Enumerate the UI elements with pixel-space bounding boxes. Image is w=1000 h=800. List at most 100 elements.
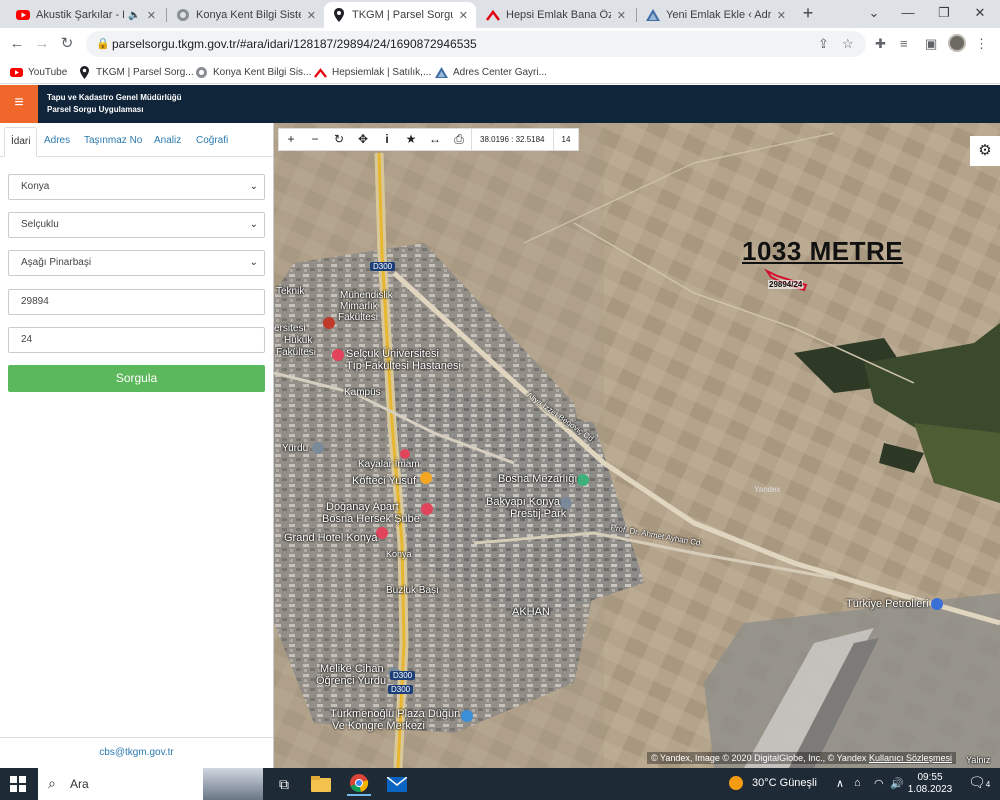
youtube-icon [16,8,30,22]
search-tabs: İdari Adres Taşınmaz No Analiz Coğrafi [0,127,273,157]
zoom-level-readout: 14 [552,129,579,150]
menu-icon[interactable]: ⋮ [975,36,988,52]
close-tab-icon[interactable]: ✕ [307,9,316,22]
map-label: Köfteci Yusuf [352,475,417,487]
map-label: Yurdu [282,443,309,454]
refresh-icon[interactable]: ↻ [327,129,351,150]
parcel-no-input[interactable]: 24 [8,327,265,353]
bookmark-label: TKGM | Parsel Sorg... [96,66,194,78]
speaker-icon[interactable]: 🔈 [128,10,140,21]
map-label: Buzluk Başı [386,585,439,596]
district-select[interactable]: Selçuklu ⌄ [8,212,265,238]
volume-icon[interactable]: 🔊 [890,777,904,790]
road-shield: D300 [390,671,416,680]
browser-tab-active[interactable]: TKGM | Parsel Sorgu Uyg ✕ [324,2,476,28]
reload-button[interactable]: ↻ [56,33,78,55]
taskbar-search-box[interactable]: ⌕ Ara [38,768,263,800]
map-label: AKHAN [512,606,550,618]
measure-icon[interactable]: ↔ [423,129,447,150]
map-watermark: Yandex [754,485,781,494]
bookmark-label: Konya Kent Bilgi Sis... [213,66,312,78]
app-header: ≡ Tapu ve Kadastro Genel Müdürlüğü Parse… [0,85,1000,123]
tab-cografi[interactable]: Coğrafi [190,127,234,157]
network-icon[interactable]: ⌂ [854,777,861,789]
mail-icon[interactable] [385,772,409,796]
contact-email-link[interactable]: cbs@tkgm.gov.tr [0,737,273,768]
tab-tasinmaz-no[interactable]: Taşınmaz No [78,127,148,157]
map-toolbar: + − ↻ ✥ i ★ ↔ ⎙ 38.0196 : 32.5184 14 [278,128,580,151]
tab-title: Hepsi Emlak Bana Özel [506,9,611,21]
task-view-icon[interactable]: ⧉ [272,772,296,796]
query-button[interactable]: Sorgula [8,365,265,392]
close-tab-icon[interactable]: ✕ [147,9,156,22]
map-label: Melike Cihan [320,663,384,675]
map-label: Teknik [276,286,305,297]
map-label: Konya [386,549,412,559]
weather-text[interactable]: 30°C Güneşli [752,777,817,789]
profile-avatar[interactable] [948,34,966,52]
media-control-icon[interactable]: ≡ [900,36,908,51]
notifications-icon[interactable]: 🗨4 [968,774,990,791]
kent-icon [195,66,208,79]
forward-button[interactable]: → [31,33,53,55]
tab-adres[interactable]: Adres [38,127,76,157]
bookmark-hepsiemlak[interactable]: Hepsiemlak | Satılık,... [314,64,431,80]
province-select[interactable]: Konya ⌄ [8,174,265,200]
close-tab-icon[interactable]: ✕ [617,9,626,22]
tab-analiz[interactable]: Analiz [148,127,187,157]
location-pin-icon [332,8,346,22]
wifi-icon[interactable]: ◠ [874,777,884,790]
info-icon[interactable]: i [375,129,399,150]
browser-toolbar: ← → ↻ 🔒 parselsorgu.tkgm.gov.tr/#ara/ida… [0,28,1000,60]
bookmark-star-icon[interactable]: ☆ [842,36,854,52]
map-view[interactable]: Selçuk Üniversitesi Tıp Fakültesi Hastan… [274,123,1000,768]
browser-tab[interactable]: Akustik Şarkılar - En Ç 🔈 ✕ [8,2,164,28]
terms-link[interactable]: Kullanıcı Sözleşmesi [869,753,952,763]
map-label: Fakültesi [338,312,379,323]
file-explorer-icon[interactable] [309,772,333,796]
browser-tab[interactable]: Hepsi Emlak Bana Özel ✕ [478,2,634,28]
block-no-input[interactable]: 29894 [8,289,265,315]
bookmark-youtube[interactable]: YouTube [10,64,67,80]
star-icon[interactable]: ★ [399,129,423,150]
lock-icon[interactable]: 🔒 [96,37,110,50]
bookmark-konya-kent[interactable]: Konya Kent Bilgi Sis... [195,64,311,80]
map-label: Grand Hotel Konya [284,532,378,544]
locate-icon[interactable]: ✥ [351,129,375,150]
browser-tab[interactable]: Yeni Emlak Ekle ‹ Adres C ✕ [638,2,794,28]
copyright-text: © Yandex, Image © 2020 DigitalGlobe, Inc… [651,753,867,763]
map-label: Fakültesi [276,347,317,358]
chrome-icon[interactable] [347,772,371,796]
map-settings-gear-icon[interactable]: ⚙ [970,136,1000,166]
new-tab-button[interactable]: + [798,4,818,24]
windows-taskbar: ⌕ Ara ⧉ 30°C Güneşli ∧ ⌂ ◠ 🔊 09:55 1.08.… [0,768,1000,800]
close-window-button[interactable]: ✕ [958,0,1000,28]
side-panel-icon[interactable]: ▣ [925,36,937,52]
bookmark-tkgm[interactable]: TKGM | Parsel Sorg... [78,64,194,80]
close-tab-icon[interactable]: ✕ [777,9,786,22]
back-button[interactable]: ← [6,33,28,55]
tab-idari[interactable]: İdari [4,127,38,157]
search-panel: İdari Adres Taşınmaz No Analiz Coğrafi K… [0,123,274,768]
neighborhood-select[interactable]: Aşağı Pinarbaşi ⌄ [8,250,265,276]
hamburger-menu-icon[interactable]: ≡ [0,85,38,123]
distance-annotation: 1033 METRE [742,236,904,266]
url-text[interactable]: parselsorgu.tkgm.gov.tr/#ara/idari/12818… [112,37,477,51]
browser-tab-strip: Akustik Şarkılar - En Ç 🔈 ✕ Konya Kent B… [0,0,1000,28]
parcel-label[interactable]: 29894/24 [768,280,804,289]
zoom-out-icon[interactable]: − [303,129,327,150]
address-bar[interactable]: 🔒 parselsorgu.tkgm.gov.tr/#ara/idari/128… [86,31,866,57]
zoom-in-icon[interactable]: + [279,129,303,150]
close-tab-icon[interactable]: ✕ [459,9,468,22]
browser-tab[interactable]: Konya Kent Bilgi Sistemi ✕ [168,2,324,28]
map-label: Selçuk Üniversitesi [346,348,439,360]
adres-icon [435,66,448,79]
windows-start-icon[interactable] [10,776,26,792]
share-icon[interactable]: ⇪ [818,36,829,52]
clock[interactable]: 09:55 1.08.2023 [903,772,957,796]
weather-icon[interactable] [728,775,744,794]
print-icon[interactable]: ⎙ [447,129,471,150]
bookmark-adres-center[interactable]: Adres Center Gayri... [435,64,547,80]
extensions-icon[interactable]: ✚ [875,36,886,52]
show-hidden-icons-icon[interactable]: ∧ [836,777,844,790]
